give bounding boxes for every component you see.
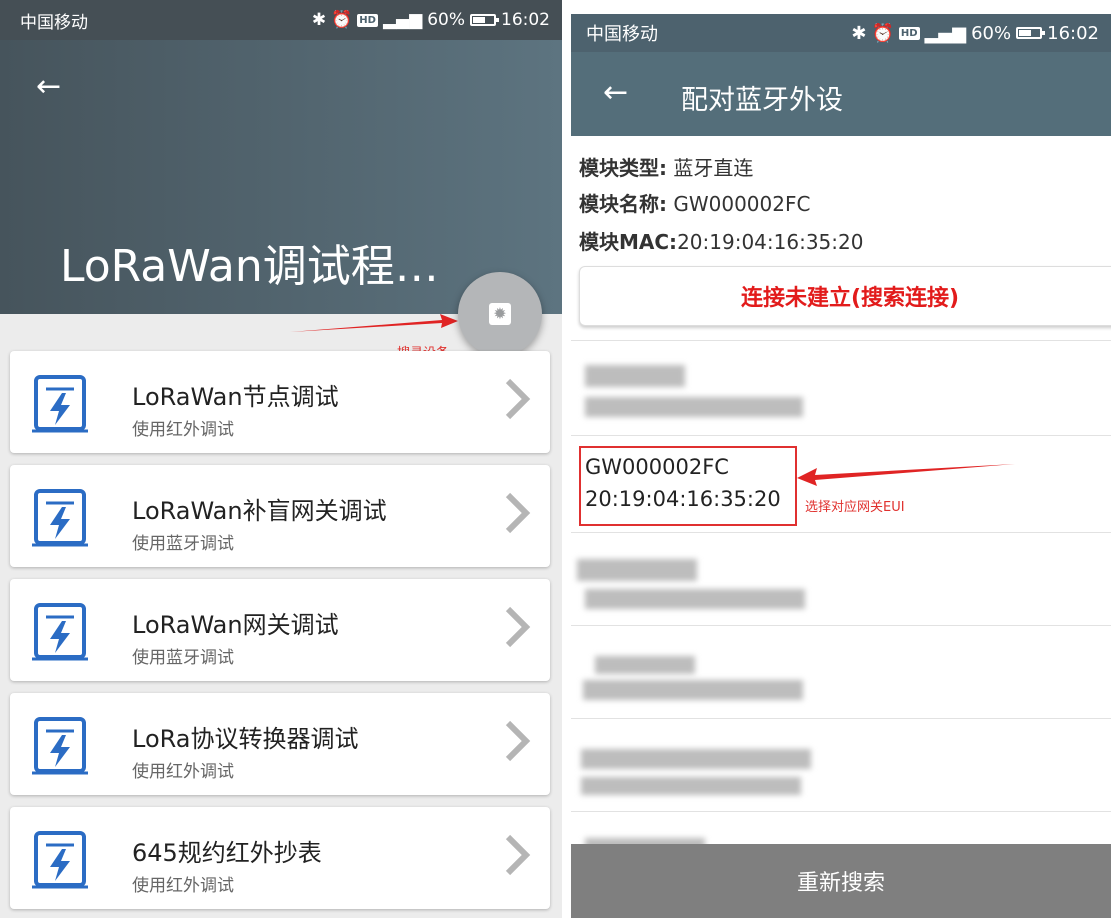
alarm-icon: ⏰ — [331, 10, 353, 30]
chevron-right-icon — [505, 720, 531, 762]
menu-item-node[interactable]: LoRaWan节点调试 使用红外调试 — [10, 351, 550, 453]
menu-item-protocol-converter[interactable]: LoRa协议转换器调试 使用红外调试 — [10, 693, 550, 795]
alarm-icon: ⏰ — [871, 22, 894, 44]
menu-item-subtitle: 使用红外调试 — [132, 762, 234, 782]
connect-button[interactable]: 连接未建立(搜索连接) — [579, 266, 1111, 326]
battery-icon — [1016, 27, 1046, 39]
back-arrow-icon[interactable]: ← — [603, 78, 628, 108]
chevron-right-icon — [505, 606, 531, 648]
module-mac-row: 模块MAC:20:19:04:16:35:20 — [579, 226, 863, 255]
module-name-row: 模块名称: GW000002FC — [579, 188, 810, 217]
main-menu-screen: 中国移动 ✱ ⏰ HD ▂▄▆ 60% 16:02 ← LoRaWan调试程… … — [0, 0, 562, 918]
menu-item-subtitle: 使用蓝牙调试 — [132, 648, 234, 668]
menu-item-title: LoRaWan补盲网关调试 — [132, 497, 387, 525]
menu-item-subtitle: 使用红外调试 — [132, 876, 234, 896]
hd-icon: HD — [898, 26, 920, 40]
settings-fab[interactable]: ✹ — [458, 272, 542, 356]
lightning-device-icon — [32, 717, 88, 775]
back-arrow-icon[interactable]: ← — [36, 72, 61, 102]
menu-item-title: 645规约红外抄表 — [132, 839, 322, 867]
highlight-box — [579, 446, 797, 526]
module-mac-value: 20:19:04:16:35:20 — [677, 230, 864, 254]
device-list-item[interactable] — [571, 626, 1111, 718]
module-type-row: 模块类型: 蓝牙直连 — [579, 152, 753, 181]
menu-item-title: LoRaWan节点调试 — [132, 383, 339, 411]
toolbar: ← 配对蓝牙外设 — [571, 52, 1111, 136]
clock: 16:02 — [1047, 22, 1099, 44]
device-list-item[interactable] — [571, 533, 1111, 625]
lightning-device-icon — [32, 603, 88, 661]
lightning-device-icon — [32, 489, 88, 547]
lightning-device-icon — [32, 831, 88, 889]
device-list-item[interactable] — [571, 719, 1111, 811]
bluetooth-icon: ✱ — [851, 22, 867, 44]
hd-icon: HD — [357, 13, 378, 27]
carrier-label: 中国移动 — [586, 24, 658, 45]
menu-item-subtitle: 使用蓝牙调试 — [132, 534, 234, 554]
device-list-item[interactable] — [571, 341, 1111, 435]
menu-item-subtitle: 使用红外调试 — [132, 420, 234, 440]
annotation-label: 选择对应网关EUI — [805, 500, 905, 515]
battery-percent: 60% — [427, 10, 465, 30]
signal-icon: ▂▄▆ — [382, 10, 423, 30]
menu-item-blind-gateway[interactable]: LoRaWan补盲网关调试 使用蓝牙调试 — [10, 465, 550, 567]
chevron-right-icon — [505, 834, 531, 876]
chevron-right-icon — [505, 492, 531, 534]
gear-icon: ✹ — [489, 303, 511, 325]
page-title: 配对蓝牙外设 — [681, 85, 843, 116]
bluetooth-icon: ✱ — [311, 10, 327, 30]
bluetooth-pair-screen: 中国移动 ✱ ⏰ HD ▂▄▆ 60% 16:02 ← 配对蓝牙外设 模块类型:… — [571, 0, 1111, 918]
app-header: ← LoRaWan调试程… — [0, 40, 562, 314]
module-name-label: 模块名称: — [579, 192, 667, 216]
carrier-label: 中国移动 — [20, 12, 88, 33]
status-bar: 中国移动 ✱ ⏰ HD ▂▄▆ 60% 16:02 — [0, 0, 562, 40]
annotation-arrow — [290, 314, 458, 332]
battery-icon — [470, 14, 499, 26]
menu-item-title: LoRa协议转换器调试 — [132, 725, 359, 753]
module-type-value: 蓝牙直连 — [667, 156, 754, 180]
battery-percent: 60% — [971, 22, 1012, 44]
menu-item-meter-reading[interactable]: 645规约红外抄表 使用红外调试 — [10, 807, 550, 909]
status-bar: 中国移动 ✱ ⏰ HD ▂▄▆ 60% 16:02 — [571, 14, 1111, 52]
lightning-device-icon — [32, 375, 88, 433]
menu-item-gateway[interactable]: LoRaWan网关调试 使用蓝牙调试 — [10, 579, 550, 681]
menu-item-title: LoRaWan网关调试 — [132, 611, 339, 639]
module-type-label: 模块类型: — [579, 156, 667, 180]
rescan-button[interactable]: 重新搜索 — [571, 844, 1111, 918]
page-title: LoRaWan调试程… — [60, 241, 439, 292]
clock: 16:02 — [501, 10, 550, 30]
signal-icon: ▂▄▆ — [924, 22, 967, 44]
annotation-arrow — [797, 464, 1015, 486]
module-name-value: GW000002FC — [667, 192, 811, 216]
chevron-right-icon — [505, 378, 531, 420]
module-mac-label: 模块MAC: — [579, 230, 678, 254]
